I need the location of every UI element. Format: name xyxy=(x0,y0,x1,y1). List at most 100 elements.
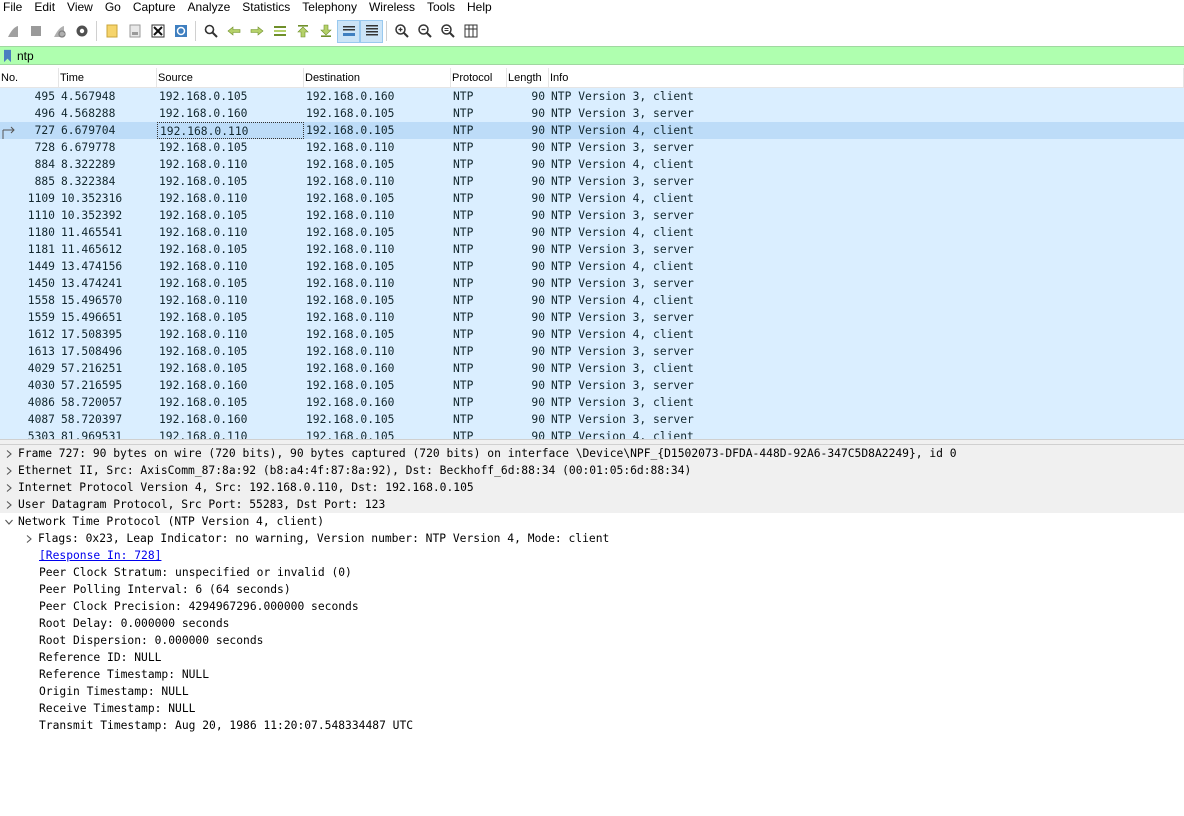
packet-row[interactable]: 1110 10.352392 192.168.0.105 192.168.0.110 N… xyxy=(0,207,1184,224)
packet-row[interactable]: 4030 57.216595 192.168.0.160 192.168.0.105 N… xyxy=(0,377,1184,394)
packet-row[interactable]: 1558 15.496570 192.168.0.110 192.168.0.105 N… xyxy=(0,292,1184,309)
detail-field[interactable]: Reference Timestamp: NULL xyxy=(0,666,1184,683)
packet-cell-dst: 192.168.0.105 xyxy=(306,192,395,205)
go-last-icon[interactable] xyxy=(314,20,337,43)
display-filter-input[interactable] xyxy=(13,47,1113,64)
chevron-right-icon[interactable] xyxy=(0,483,18,492)
packet-cell-len: 90 xyxy=(531,175,545,188)
detail-field[interactable]: Peer Clock Precision: 4294967296.000000 … xyxy=(0,598,1184,615)
column-header-dst[interactable]: Destination xyxy=(304,68,451,87)
detail-tree-item[interactable]: Ethernet II, Src: AxisComm_87:8a:92 (b8:… xyxy=(0,462,1184,479)
close-file-icon[interactable] xyxy=(146,20,169,43)
menu-capture[interactable]: Capture xyxy=(129,0,184,15)
go-back-arrow-icon[interactable] xyxy=(222,20,245,43)
menu-analyze[interactable]: Analyze xyxy=(184,0,239,15)
save-file-icon[interactable] xyxy=(123,20,146,43)
bookmark-icon[interactable] xyxy=(2,47,13,64)
packet-row[interactable]: 1559 15.496651 192.168.0.105 192.168.0.110 N… xyxy=(0,309,1184,326)
detail-tree-label: Frame 727: 90 bytes on wire (720 bits), … xyxy=(18,447,957,460)
packet-cell-dst: 192.168.0.110 xyxy=(306,277,395,290)
chevron-right-icon[interactable] xyxy=(0,466,18,475)
packet-row[interactable]: 5303 81.969531 192.168.0.110 192.168.0.105 N… xyxy=(0,428,1184,439)
packet-row[interactable]: 496 4.568288 192.168.0.160 192.168.0.105 NTP… xyxy=(0,105,1184,122)
packet-row[interactable]: 728 6.679778 192.168.0.105 192.168.0.110 NTP… xyxy=(0,139,1184,156)
packet-row[interactable]: 885 8.322384 192.168.0.105 192.168.0.110 NTP… xyxy=(0,173,1184,190)
packet-row[interactable]: 4029 57.216251 192.168.0.105 192.168.0.160 N… xyxy=(0,360,1184,377)
packet-cell-len: 90 xyxy=(531,362,545,375)
packet-row[interactable]: 4087 58.720397 192.168.0.160 192.168.0.105 N… xyxy=(0,411,1184,428)
reload-icon[interactable] xyxy=(169,20,192,43)
menu-telephony[interactable]: Telephony xyxy=(298,0,365,15)
chevron-right-icon[interactable] xyxy=(0,449,18,458)
menu-go[interactable]: Go xyxy=(101,0,129,15)
detail-field[interactable]: Origin Timestamp: NULL xyxy=(0,683,1184,700)
packet-cell-proto: NTP xyxy=(453,362,474,375)
packet-cell-info: NTP Version 3, server xyxy=(551,413,694,426)
packet-row[interactable]: 1613 17.508496 192.168.0.105 192.168.0.110 N… xyxy=(0,343,1184,360)
chevron-right-icon[interactable] xyxy=(20,534,38,543)
column-header-proto[interactable]: Protocol xyxy=(451,68,507,87)
column-header-time[interactable]: Time xyxy=(59,68,157,87)
shark-fin-start-icon[interactable] xyxy=(1,20,24,43)
packet-cell-info: NTP Version 4, client xyxy=(551,158,694,171)
zoom-in-icon[interactable] xyxy=(390,20,413,43)
packet-row[interactable]: 4086 58.720057 192.168.0.105 192.168.0.160 N… xyxy=(0,394,1184,411)
colorize-icon[interactable] xyxy=(360,19,383,43)
gear-options-icon[interactable] xyxy=(70,20,93,43)
packet-cell-len: 90 xyxy=(531,90,545,103)
restart-fin-icon[interactable] xyxy=(47,20,70,43)
packet-row[interactable]: 1181 11.465612 192.168.0.105 192.168.0.110 N… xyxy=(0,241,1184,258)
detail-field[interactable]: Root Delay: 0.000000 seconds xyxy=(0,615,1184,632)
detail-field[interactable]: Reference ID: NULL xyxy=(0,649,1184,666)
detail-field[interactable]: Peer Polling Interval: 6 (64 seconds) xyxy=(0,581,1184,598)
menu-wireless[interactable]: Wireless xyxy=(365,0,423,15)
detail-field[interactable]: Transmit Timestamp: Aug 20, 1986 11:20:0… xyxy=(0,717,1184,734)
column-header-no[interactable]: No. xyxy=(0,68,59,87)
menu-view[interactable]: View xyxy=(63,0,101,15)
column-header-info[interactable]: Info xyxy=(549,68,1184,87)
detail-field[interactable]: Root Dispersion: 0.000000 seconds xyxy=(0,632,1184,649)
menu-file[interactable]: File xyxy=(0,0,30,15)
detail-field[interactable]: Receive Timestamp: NULL xyxy=(0,700,1184,717)
menu-help[interactable]: Help xyxy=(463,0,500,15)
find-magnifier-icon[interactable] xyxy=(199,20,222,43)
resize-columns-icon[interactable] xyxy=(459,20,482,43)
response-in-link[interactable]: [Response In: 728] xyxy=(39,547,161,564)
packet-cell-len: 90 xyxy=(531,379,545,392)
packet-row[interactable]: 884 8.322289 192.168.0.110 192.168.0.105 NTP… xyxy=(0,156,1184,173)
menu-statistics[interactable]: Statistics xyxy=(238,0,298,15)
chevron-right-icon[interactable] xyxy=(0,500,18,509)
packet-cell-time: 11.465612 xyxy=(61,243,123,256)
toolbar-separator xyxy=(386,21,387,41)
autoscroll-icon[interactable] xyxy=(337,19,360,43)
packet-row[interactable]: 727 6.679704 192.168.0.110 192.168.0.105 NTP… xyxy=(0,122,1184,149)
packet-row[interactable]: 1612 17.508395 192.168.0.110 192.168.0.105 N… xyxy=(0,326,1184,343)
detail-tree-item[interactable]: Network Time Protocol (NTP Version 4, cl… xyxy=(0,513,1184,530)
detail-field[interactable]: Peer Clock Stratum: unspecified or inval… xyxy=(0,564,1184,581)
detail-tree-item-flags[interactable]: Flags: 0x23, Leap Indicator: no warning,… xyxy=(0,530,1184,547)
detail-tree-item[interactable]: Internet Protocol Version 4, Src: 192.16… xyxy=(0,479,1184,496)
stop-square-icon[interactable] xyxy=(24,20,47,43)
packet-row[interactable]: 495 4.567948 192.168.0.105 192.168.0.160 NTP… xyxy=(0,88,1184,105)
go-first-icon[interactable] xyxy=(291,20,314,43)
column-header-len[interactable]: Length xyxy=(507,68,549,87)
packet-cell-src: 192.168.0.110 xyxy=(159,192,248,205)
packet-row[interactable]: 1109 10.352316 192.168.0.110 192.168.0.105 N… xyxy=(0,190,1184,207)
zoom-normal-icon[interactable] xyxy=(436,20,459,43)
go-to-packet-icon[interactable] xyxy=(268,20,291,43)
packet-row[interactable]: 1180 11.465541 192.168.0.110 192.168.0.105 N… xyxy=(0,224,1184,241)
menu-tools[interactable]: Tools xyxy=(423,0,463,15)
menu-edit[interactable]: Edit xyxy=(30,0,63,15)
column-header-src[interactable]: Source xyxy=(157,68,304,87)
packet-cell-proto: NTP xyxy=(453,260,474,273)
chevron-down-icon[interactable] xyxy=(0,518,18,526)
go-forward-arrow-icon[interactable] xyxy=(245,20,268,43)
zoom-out-icon[interactable] xyxy=(413,20,436,43)
open-folder-icon[interactable] xyxy=(100,20,123,43)
packet-cell-info: NTP Version 3, client xyxy=(551,90,694,103)
detail-tree-item[interactable]: User Datagram Protocol, Src Port: 55283,… xyxy=(0,496,1184,513)
packet-row[interactable]: 1450 13.474241 192.168.0.105 192.168.0.110 N… xyxy=(0,275,1184,292)
packet-cell-time: 13.474156 xyxy=(61,260,123,273)
packet-row[interactable]: 1449 13.474156 192.168.0.110 192.168.0.105 N… xyxy=(0,258,1184,275)
detail-tree-item[interactable]: Frame 727: 90 bytes on wire (720 bits), … xyxy=(0,445,1184,462)
